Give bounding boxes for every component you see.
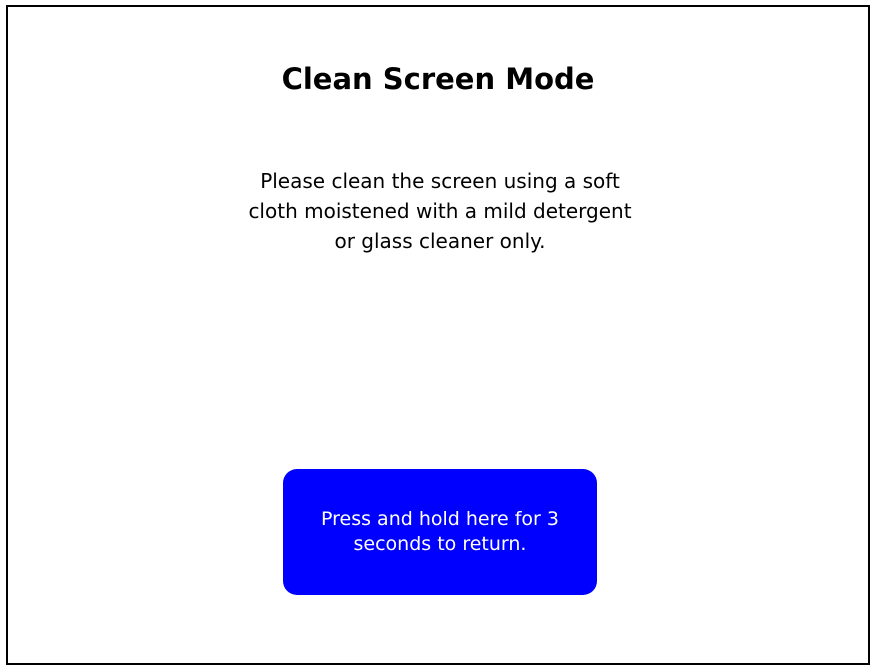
cleaning-instructions: Please clean the screen using a soft clo…	[248, 169, 632, 253]
press-and-hold-return-button[interactable]: Press and hold here for 3 seconds to ret…	[283, 469, 597, 595]
clean-screen-panel: Clean Screen Mode Please clean the scree…	[6, 5, 870, 665]
page-title: Clean Screen Mode	[281, 62, 595, 96]
return-button-label: Press and hold here for 3 seconds to ret…	[321, 508, 559, 555]
